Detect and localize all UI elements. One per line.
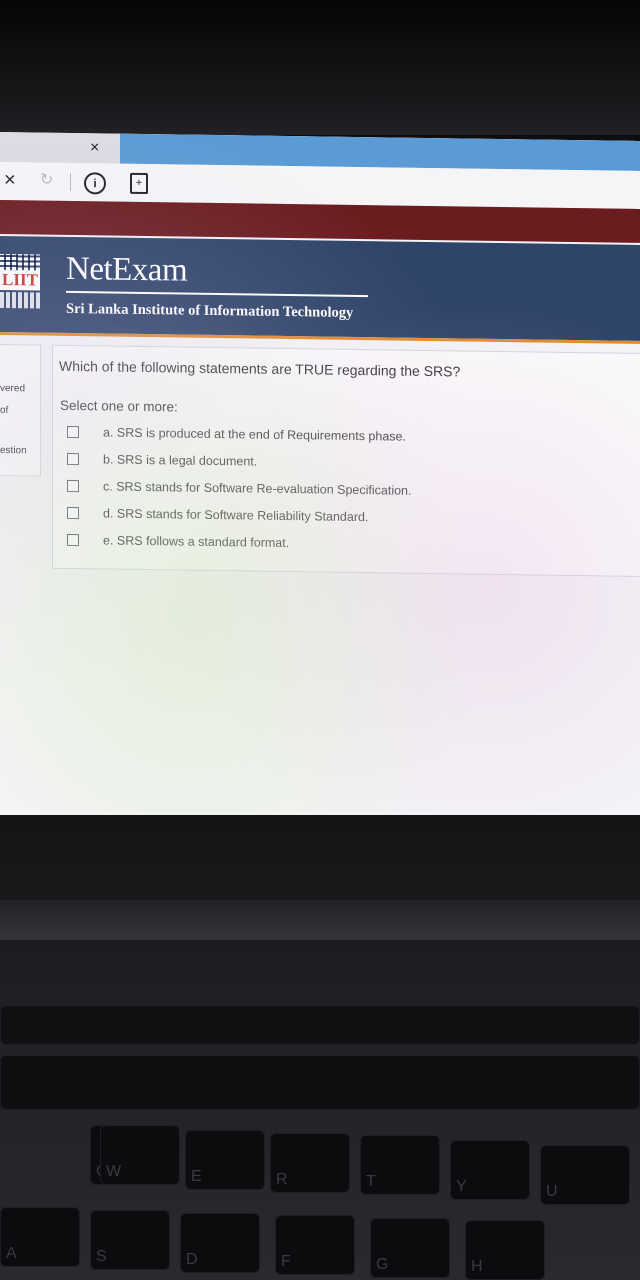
- site-info-icon[interactable]: i: [84, 172, 106, 195]
- sliit-logo[interactable]: LIIT: [0, 254, 40, 317]
- laptop-keyboard: Q W E R T Y U A S D F G H: [0, 815, 640, 1280]
- question-marks: of: [0, 405, 9, 417]
- key-f: F: [275, 1215, 355, 1275]
- site-header: LIIT NetExam Sri Lanka Institute of Info…: [0, 236, 640, 341]
- option-a[interactable]: a. SRS is produced at the end of Require…: [67, 422, 406, 447]
- key-h: H: [465, 1220, 545, 1280]
- option-a-label: a. SRS is produced at the end of Require…: [103, 425, 406, 444]
- option-c[interactable]: c. SRS stands for Software Re-evaluation…: [67, 476, 411, 501]
- option-d[interactable]: d. SRS stands for Software Reliability S…: [67, 503, 368, 527]
- key-e: E: [185, 1130, 265, 1190]
- key-r: R: [270, 1133, 350, 1193]
- question-box: Which of the following statements are TR…: [52, 344, 640, 578]
- option-b[interactable]: b. SRS is a legal document.: [67, 449, 257, 472]
- question-status: vered: [0, 383, 26, 395]
- number-key-row: [0, 1055, 640, 1110]
- option-e[interactable]: e. SRS follows a standard format.: [67, 530, 289, 553]
- key-g: G: [370, 1218, 450, 1278]
- option-c-checkbox[interactable]: [67, 479, 79, 493]
- page-action-icon[interactable]: +: [130, 172, 148, 195]
- laptop-hinge: [0, 900, 640, 940]
- key-a: A: [0, 1207, 80, 1267]
- stop-icon[interactable]: ×: [4, 169, 16, 191]
- option-d-checkbox[interactable]: [67, 506, 79, 520]
- key-w: W: [100, 1125, 180, 1185]
- key-d: D: [180, 1213, 260, 1273]
- logo-pattern-top: [0, 254, 40, 271]
- option-e-label: e. SRS follows a standard format.: [103, 533, 290, 551]
- key-u: U: [540, 1145, 630, 1205]
- logo-text: LIIT: [0, 270, 40, 291]
- laptop-bezel-top: [0, 0, 640, 135]
- institute-name: Sri Lanka Institute of Information Techn…: [66, 300, 354, 321]
- select-prompt: Select one or more:: [60, 397, 178, 415]
- key-s: S: [90, 1210, 170, 1270]
- option-a-checkbox[interactable]: [67, 425, 79, 439]
- screen: × × ↻ i + LIIT NetExam Sri Lanka Institu…: [0, 132, 640, 831]
- brand-title: NetExam: [66, 250, 188, 289]
- logo-pattern-bottom: [0, 292, 40, 309]
- question-info-panel: vered of estion: [0, 344, 41, 477]
- flag-question-link[interactable]: estion: [0, 445, 27, 456]
- option-e-checkbox[interactable]: [67, 533, 79, 547]
- function-key-row: [0, 1005, 640, 1045]
- option-b-checkbox[interactable]: [67, 452, 79, 466]
- reload-icon[interactable]: ↻: [40, 171, 53, 191]
- question-text: Which of the following statements are TR…: [59, 357, 461, 380]
- key-y: Y: [450, 1140, 530, 1200]
- toolbar-divider: [70, 172, 71, 191]
- brand-underline: [66, 290, 368, 298]
- option-c-label: c. SRS stands for Software Re-evaluation…: [103, 479, 412, 498]
- option-b-label: b. SRS is a legal document.: [103, 452, 258, 469]
- key-t: T: [360, 1135, 440, 1195]
- tab-close-icon[interactable]: ×: [90, 139, 99, 157]
- option-d-label: d. SRS stands for Software Reliability S…: [103, 506, 369, 525]
